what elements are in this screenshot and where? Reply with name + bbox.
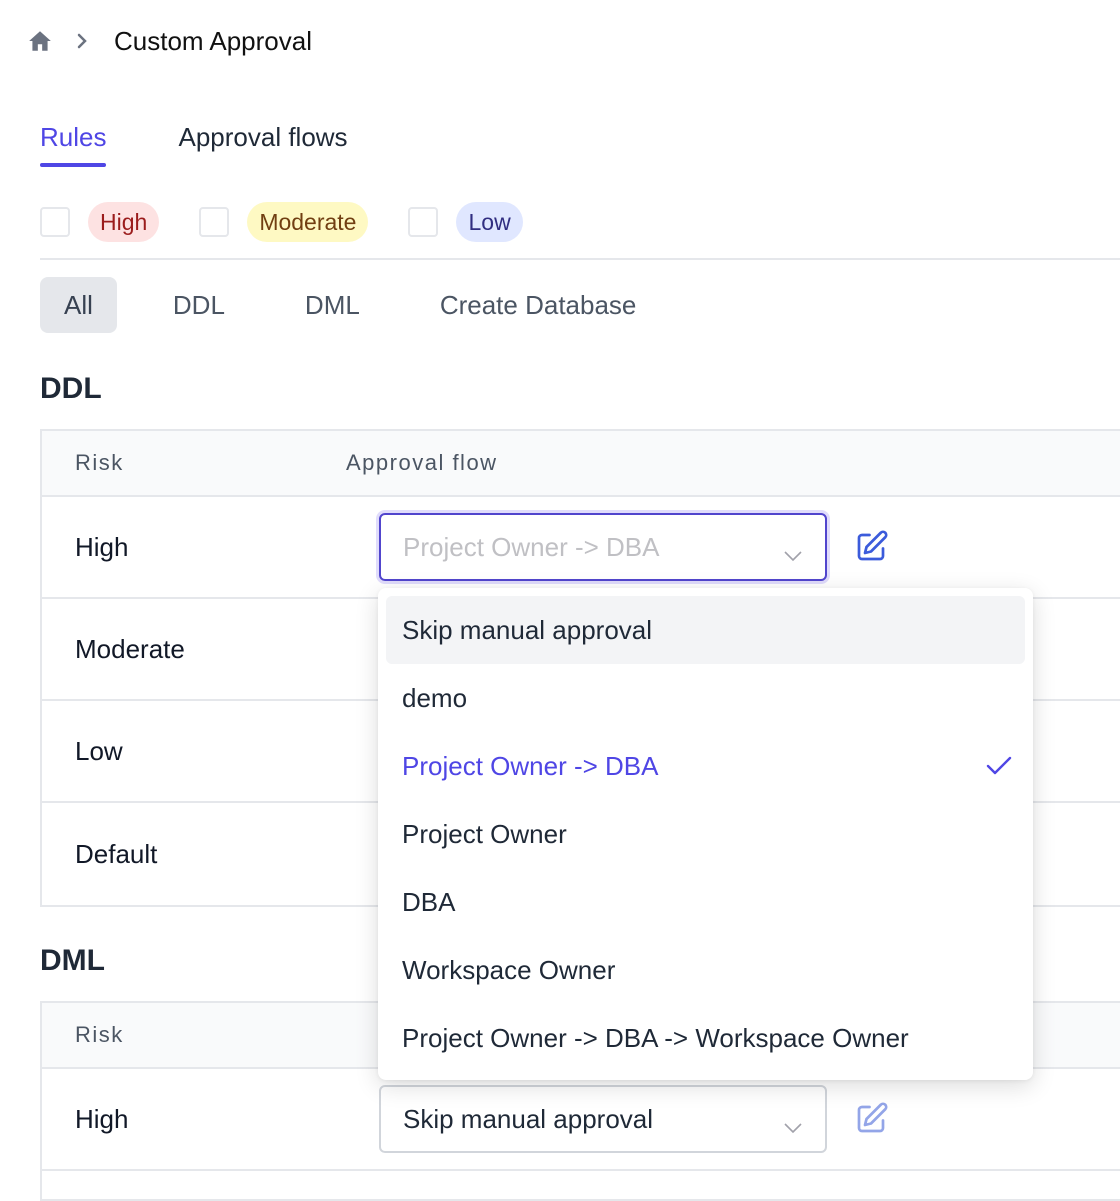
select-value: Skip manual approval [403,1103,654,1134]
filter-dml-button[interactable]: DML [281,277,384,333]
table-header: Risk Approval flow [42,431,1120,497]
dropdown-option[interactable]: Project Owner [386,800,1025,868]
dropdown-option-selected[interactable]: Project Owner -> DBA [386,732,1025,800]
low-badge: Low [456,202,523,242]
filter-all-button[interactable]: All [40,277,117,333]
tab-bar: Rules Approval flows [40,122,420,167]
risk-filter-high: High [40,202,160,242]
chevron-right-icon [76,31,92,51]
low-checkbox[interactable] [408,207,439,237]
table-row: High Project Owner -> DBA [42,497,1120,599]
section-title-ddl: DDL [40,372,102,405]
filter-ddl-button[interactable]: DDL [149,277,249,333]
risk-filters: High Moderate Low [40,202,563,242]
tab-rules[interactable]: Rules [40,122,107,167]
approval-flow-select[interactable]: Skip manual approval [379,1085,827,1153]
column-header-approval-flow: Approval flow [346,450,498,475]
risk-cell: High [75,531,129,562]
edit-icon[interactable] [851,527,891,567]
home-icon[interactable] [26,27,54,55]
option-label: Project Owner -> DBA [402,750,659,781]
approval-flow-dropdown: Skip manual approval demo Project Owner … [378,588,1033,1080]
breadcrumb: Custom Approval [26,24,312,58]
risk-cell: High [75,1103,129,1134]
tab-approval-flows[interactable]: Approval flows [178,122,347,167]
filter-create-database-button[interactable]: Create Database [416,277,661,333]
section-title-dml: DML [40,944,105,977]
dropdown-option[interactable]: DBA [386,868,1025,936]
column-header-risk: Risk [75,450,124,475]
high-checkbox[interactable] [40,207,70,237]
dropdown-option[interactable]: Project Owner -> DBA -> Workspace Owner [386,1004,1025,1072]
chevron-down-icon [783,539,803,570]
moderate-checkbox[interactable] [199,207,230,237]
risk-filter-low: Low [408,202,523,242]
risk-cell: Low [75,735,123,766]
risk-filter-moderate: Moderate [199,202,369,242]
dropdown-option[interactable]: Workspace Owner [386,936,1025,1004]
dropdown-option[interactable]: Skip manual approval [386,596,1025,664]
edit-icon[interactable] [851,1099,891,1139]
divider [40,258,1120,260]
risk-cell: Default [75,838,158,869]
high-badge: High [88,202,160,242]
check-icon [985,754,1013,785]
type-filters: All DDL DML Create Database [40,277,692,333]
risk-cell: Moderate [75,633,185,664]
select-value: Project Owner -> DBA [403,531,660,562]
moderate-badge: Moderate [247,202,369,242]
approval-flow-select[interactable]: Project Owner -> DBA [379,513,827,581]
column-header-risk: Risk [75,1022,124,1047]
dropdown-option[interactable]: demo [386,664,1025,732]
chevron-down-icon [783,1111,803,1142]
page-title: Custom Approval [114,25,312,56]
table-row: High Skip manual approval [42,1069,1120,1171]
